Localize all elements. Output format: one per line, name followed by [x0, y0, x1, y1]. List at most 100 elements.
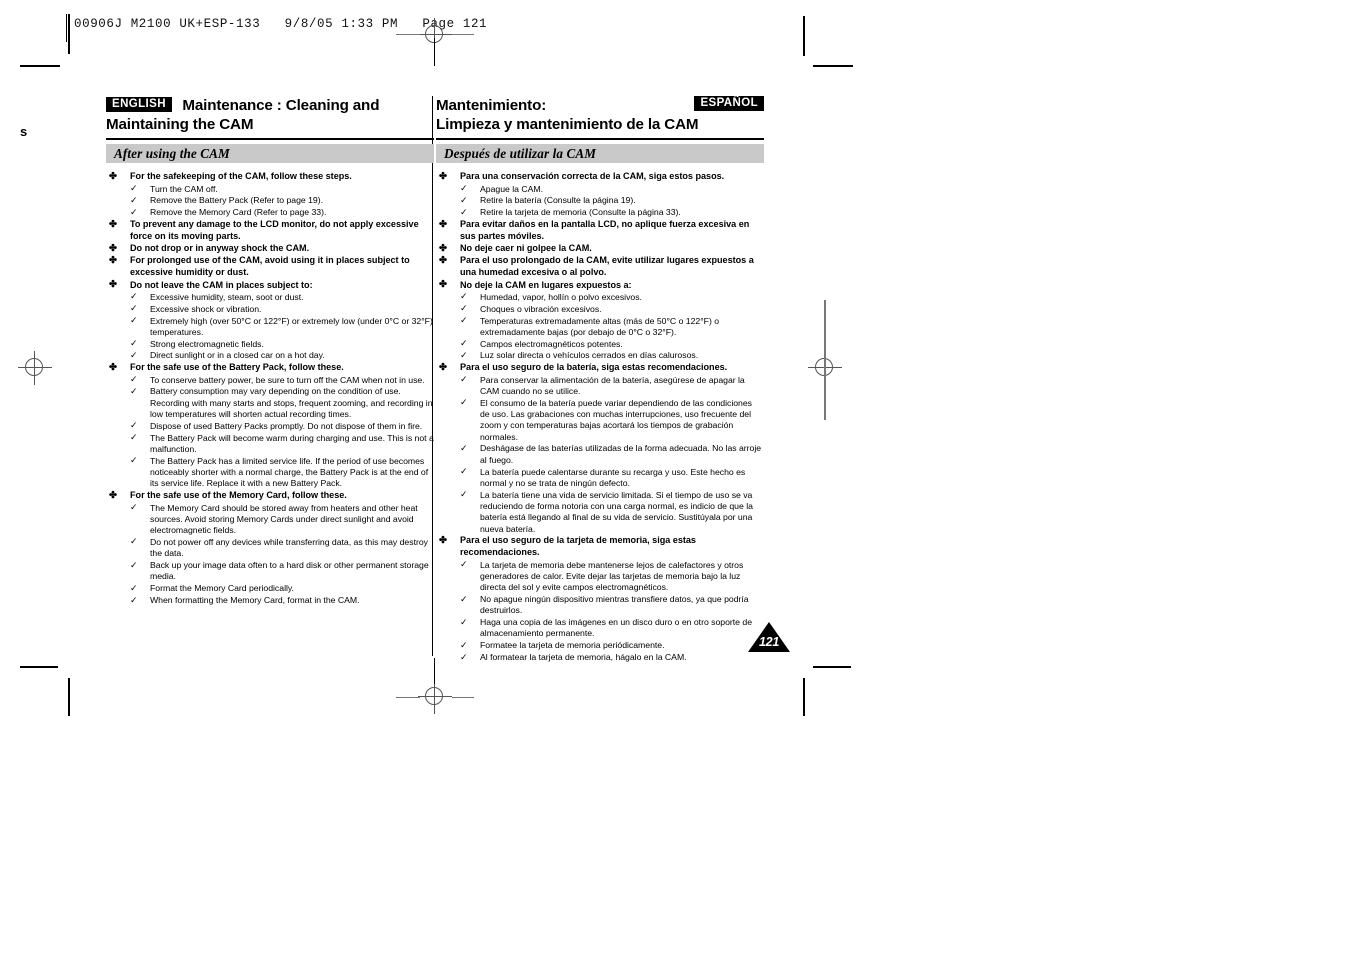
list-item-label: Turn the CAM off.	[150, 183, 218, 194]
bullet-marker-icon: ✤	[439, 218, 447, 230]
crop-mark-top-right-horizontal	[813, 65, 853, 67]
list-item-primary: ✤ For prolonged use of the CAM, avoid usi…	[106, 255, 434, 279]
list-item-secondary: ✓ Turn the CAM off.	[106, 183, 434, 195]
page-title-espanol-line2: Limpieza y mantenimiento de la CAM	[436, 116, 699, 134]
content-list-english: ✤ For the safekeeping of the CAM, follow …	[106, 171, 434, 606]
list-item-label: Campos electromagnéticos potentes.	[480, 338, 623, 349]
list-item-secondary: ✓ The Battery Pack will become warm durin…	[106, 432, 434, 456]
list-item-secondary: ✓ Luz solar directa o vehículos cerrados …	[436, 350, 764, 361]
list-item-label: For the safe use of the Memory Card, fol…	[130, 490, 347, 501]
list-item-label: El consumo de la batería puede variar de…	[480, 397, 753, 442]
list-item-label: For the safekeeping of the CAM, follow t…	[130, 171, 352, 182]
list-item-primary: ✤ No deje caer ni golpee la CAM.	[436, 243, 764, 255]
list-item-primary: ✤ Para el uso seguro de la batería, siga …	[436, 362, 764, 374]
list-item-secondary: ✓ Direct sunlight or in a closed car on a…	[106, 350, 434, 361]
header-rule-espanol	[436, 137, 764, 141]
column-espanol: ESPAÑOL Mantenimiento: Limpieza y manten…	[436, 96, 764, 664]
list-item-label: Do not power off any devices while trans…	[150, 536, 428, 559]
check-marker-icon: ✓	[130, 432, 138, 443]
list-item-secondary: ✓ No apague ningún dispositivo mientras t…	[436, 594, 764, 617]
list-item-label: The Battery Pack will become warm during…	[150, 432, 434, 454]
bullet-marker-icon: ✤	[439, 279, 447, 291]
section-title-english: After using the CAM	[106, 144, 434, 164]
crop-mark-bottom-right-vertical	[803, 678, 805, 716]
crop-mark-bottom-left-vertical	[68, 678, 70, 716]
list-item-label: Retire la tarjeta de memoria (Consulte l…	[480, 207, 681, 218]
registration-mark-bottom-rule-left	[396, 696, 420, 698]
check-marker-icon: ✓	[460, 651, 468, 662]
check-marker-icon: ✓	[460, 397, 468, 408]
list-item-label: Dispose of used Battery Packs promptly. …	[150, 420, 423, 431]
crop-mark-top-left-vertical-2	[68, 14, 70, 54]
list-item-primary: ✤ Para el uso seguro de la tarjeta de mem…	[436, 535, 764, 559]
list-item-secondary: ✓ Dispose of used Battery Packs promptly.…	[106, 420, 434, 432]
registration-mark-top-tail	[434, 38, 436, 66]
list-item-label: Formatee la tarjeta de memoria periódica…	[480, 640, 665, 651]
check-marker-icon: ✓	[130, 536, 138, 547]
registration-mark-bottom	[418, 680, 452, 714]
check-marker-icon: ✓	[460, 489, 468, 500]
list-item-secondary: ✓ El consumo de la batería puede variar d…	[436, 397, 764, 443]
check-marker-icon: ✓	[460, 206, 468, 217]
list-item-secondary: ✓ Temperaturas extremadamente altas (más …	[436, 315, 764, 339]
check-marker-icon: ✓	[460, 593, 468, 604]
language-badge-english: ENGLISH	[106, 97, 172, 112]
list-item-primary: ✤ Do not leave the CAM in places subject …	[106, 279, 434, 292]
list-item-label: Excessive humidity, steam, soot or dust.	[150, 291, 304, 302]
list-item-label: The Battery Pack has a limited service l…	[150, 455, 429, 489]
check-marker-icon: ✓	[460, 315, 468, 326]
check-marker-icon: ✓	[130, 374, 138, 385]
list-item-secondary: ✓ The Memory Card should be stored away f…	[106, 502, 434, 537]
list-item-label: No deje caer ni golpee la CAM.	[460, 243, 592, 254]
list-item-secondary: ✓ Para conservar la alimentación de la ba…	[436, 374, 764, 398]
check-marker-icon: ✓	[460, 349, 468, 360]
section-title-espanol: Después de utilizar la CAM	[436, 144, 764, 164]
list-item-label: Al formatear la tarjeta de memoria, hága…	[480, 652, 687, 663]
list-item-label: Deshágase de las baterías utilizadas de …	[480, 443, 762, 465]
page-number-badge: 121	[748, 622, 790, 654]
check-marker-icon: ✓	[460, 291, 468, 302]
header-rule-english	[106, 137, 434, 141]
list-item-label: Para conservar la alimentación de la bat…	[480, 374, 745, 396]
registration-mark-top-rule-left	[396, 33, 420, 35]
language-badge-espanol: ESPAÑOL	[694, 96, 764, 111]
check-marker-icon: ✓	[460, 303, 468, 314]
check-marker-icon: ✓	[130, 502, 138, 513]
list-item-label: Para el uso seguro de la tarjeta de memo…	[460, 535, 696, 558]
check-marker-icon: ✓	[460, 374, 468, 385]
list-item-primary: ✤ Do not drop or in anyway shock the CAM.	[106, 243, 434, 255]
list-item-label: For prolonged use of the CAM, avoid usin…	[130, 255, 410, 278]
check-marker-icon: ✓	[460, 183, 468, 194]
list-item-label: To prevent any damage to the LCD monitor…	[130, 219, 419, 241]
list-item-label: Apague la CAM.	[480, 183, 543, 194]
list-item-label: Temperaturas extremadamente altas (más d…	[480, 315, 720, 337]
list-item-label: La batería tiene una vida de servicio li…	[480, 489, 753, 534]
list-item-label: Excessive shock or vibration.	[150, 303, 262, 314]
bullet-marker-icon: ✤	[439, 534, 447, 546]
list-item-secondary: ✓ La batería puede calentarse durante su …	[436, 466, 764, 490]
page-title-english-line2: Maintaining the CAM	[106, 116, 254, 134]
content-list-espanol: ✤ Para una conservación correcta de la CA…	[436, 171, 764, 663]
list-item-primary: ✤ Para evitar daños en la pantalla LCD, n…	[436, 219, 764, 243]
page-edge-glyph: s	[20, 124, 28, 139]
column-english: ENGLISH Maintenance : Cleaning and Maint…	[106, 96, 434, 607]
registration-mark-left	[18, 351, 52, 385]
list-item-secondary: ✓ Retire la tarjeta de memoria (Consulte …	[436, 207, 764, 218]
list-item-secondary: ✓ Excessive humidity, steam, soot or dust…	[106, 291, 434, 303]
list-item-primary: ✤ No deje la CAM en lugares expuestos a:	[436, 279, 764, 292]
list-item-secondary: ✓ Extremely high (over 50°C or 122°F) or …	[106, 315, 434, 339]
list-item-label: Battery consumption may vary depending o…	[150, 386, 433, 420]
bullet-marker-icon: ✤	[109, 242, 117, 254]
bullet-marker-icon: ✤	[109, 254, 117, 266]
list-item-label: Remove the Battery Pack (Refer to page 1…	[150, 195, 323, 206]
list-item-secondary: ✓ La tarjeta de memoria debe mantenerse l…	[436, 559, 764, 594]
page-title-english-line1: Maintenance : Cleaning and	[182, 97, 380, 114]
check-marker-icon: ✓	[130, 183, 138, 194]
crop-mark-bottom-right-horizontal	[813, 666, 851, 668]
list-item-label: The Memory Card should be stored away fr…	[150, 502, 418, 536]
list-item-secondary: ✓ Format the Memory Card periodically.	[106, 583, 434, 594]
check-marker-icon: ✓	[130, 594, 138, 605]
check-marker-icon: ✓	[130, 349, 138, 360]
list-item-label: Choques o vibración excesivos.	[480, 303, 602, 314]
check-marker-icon: ✓	[130, 315, 138, 326]
